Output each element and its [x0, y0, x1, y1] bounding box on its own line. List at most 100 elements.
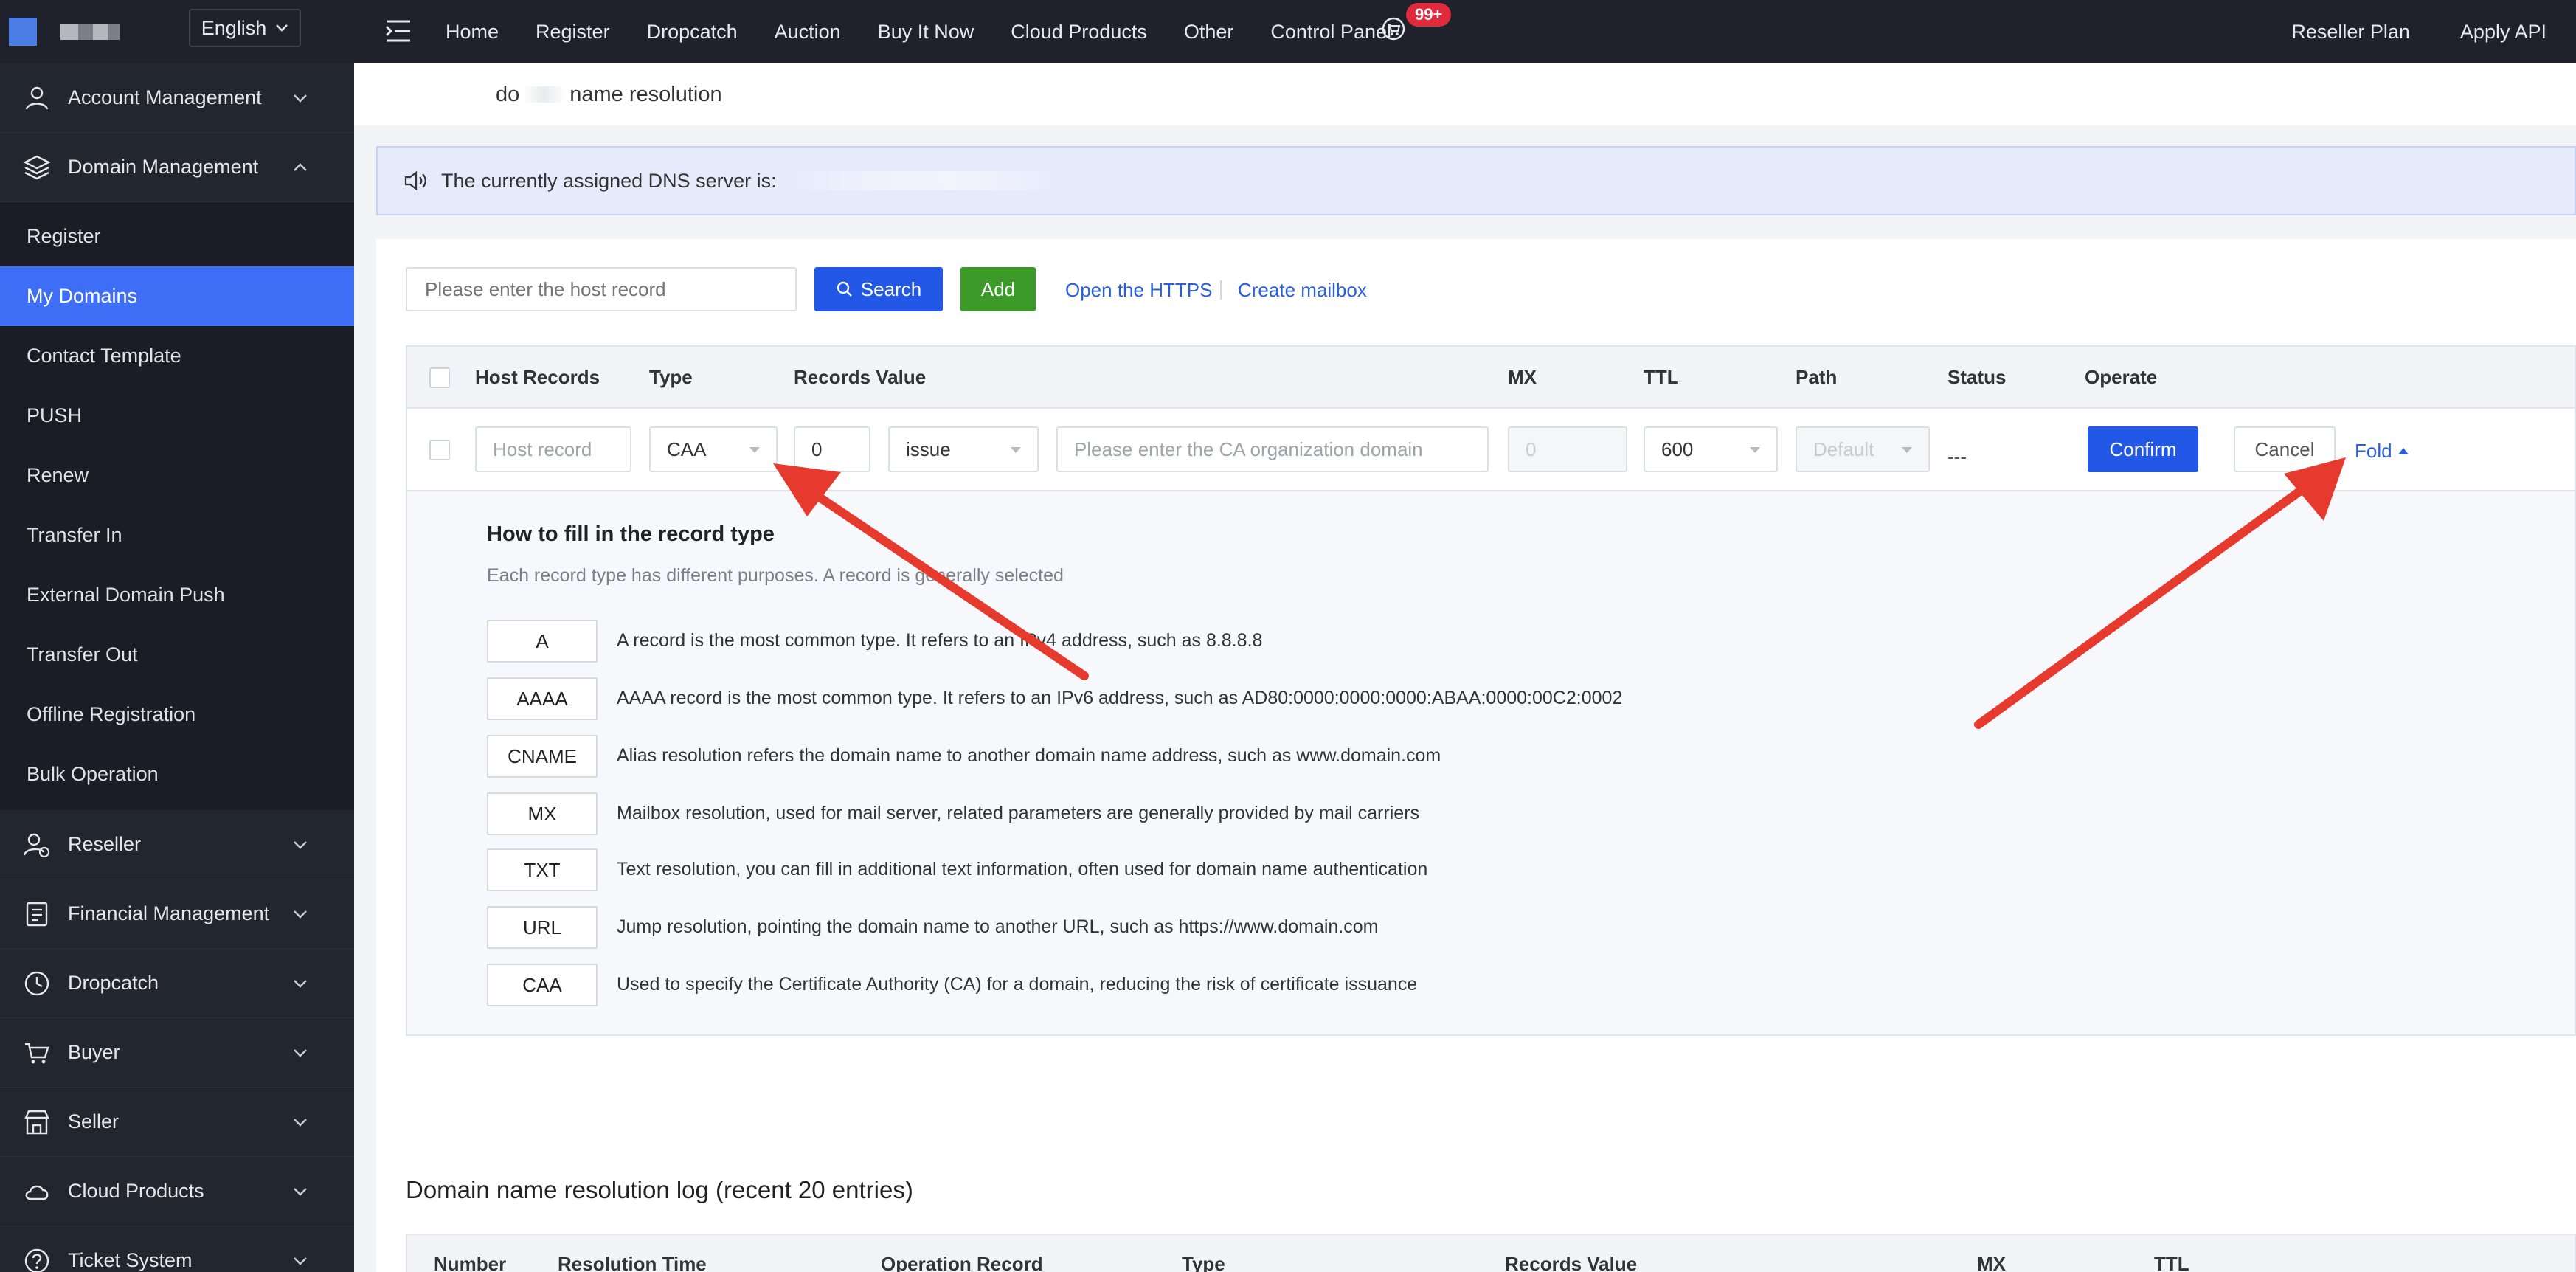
cancel-button[interactable]: Cancel: [2234, 426, 2336, 472]
chevron-down-icon: [294, 841, 307, 849]
chevron-up-icon: [294, 163, 307, 171]
sidebar-item-offline-registration[interactable]: Offline Registration: [0, 685, 354, 744]
help-row-mx: MX Mailbox resolution, used for mail ser…: [487, 792, 2257, 837]
link-divider: [1220, 280, 1222, 300]
host-record-input[interactable]: Host record: [475, 426, 631, 472]
log-header-number: Number: [434, 1253, 507, 1272]
create-mailbox-link[interactable]: Create mailbox: [1238, 279, 1367, 302]
open-https-link[interactable]: Open the HTTPS: [1065, 279, 1212, 302]
row-checkbox[interactable]: [429, 440, 450, 460]
header-mx: MX: [1508, 366, 1537, 388]
sidebar-item-transfer-out[interactable]: Transfer Out: [0, 625, 354, 685]
sidebar-item-external-domain-push[interactable]: External Domain Push: [0, 565, 354, 625]
logo[interactable]: [0, 0, 354, 63]
type-description: AAAA record is the most common type. It …: [617, 688, 1623, 708]
sidebar-group-domain[interactable]: Domain Management: [0, 133, 354, 202]
breadcrumb: do name resolution: [354, 63, 2576, 125]
help-subtitle: Each record type has different purposes.…: [487, 565, 1064, 586]
sidebar-group-reseller[interactable]: Reseller: [0, 810, 354, 879]
nav-buy-it-now[interactable]: Buy It Now: [878, 21, 974, 44]
sidebar-group-label: Buyer: [68, 1041, 120, 1063]
log-header-ttl: TTL: [2154, 1253, 2189, 1272]
sidebar-group-label: Account Management: [68, 86, 262, 108]
dns-server-blurred: [782, 171, 1063, 190]
sidebar-group-cloud-products[interactable]: Cloud Products: [0, 1157, 354, 1226]
chevron-down-icon: [294, 1119, 307, 1127]
caa-tag-select[interactable]: issue: [888, 426, 1039, 472]
sidebar-item-push[interactable]: PUSH: [0, 386, 354, 446]
log-header-resolution-time: Resolution Time: [558, 1253, 707, 1272]
type-tag: TXT: [487, 848, 598, 891]
nav-reseller-plan[interactable]: Reseller Plan: [2291, 21, 2410, 44]
nav-auction[interactable]: Auction: [775, 21, 841, 44]
sidebar-item-contact-template[interactable]: Contact Template: [0, 326, 354, 386]
host-record-search-input[interactable]: [406, 267, 797, 311]
main-content: do name resolution The currently assigne…: [354, 63, 2576, 1272]
help-row-caa: CAA Used to specify the Certificate Auth…: [487, 964, 2257, 1008]
type-description: Mailbox resolution, used for mail server…: [617, 803, 1419, 823]
select-all-checkbox[interactable]: [429, 367, 450, 388]
type-description: Jump resolution, pointing the domain nam…: [617, 916, 1379, 937]
cart-icon[interactable]: [1381, 16, 1406, 41]
sidebar-item-renew[interactable]: Renew: [0, 446, 354, 505]
sidebar-group-dropcatch[interactable]: Dropcatch: [0, 949, 354, 1018]
ca-organization-domain-input[interactable]: Please enter the CA organization domain: [1056, 426, 1489, 472]
cloud-icon: [25, 1185, 49, 1200]
record-type-select[interactable]: CAA: [649, 426, 778, 472]
sidebar: Account Management Domain Management Reg…: [0, 63, 354, 1272]
language-select[interactable]: English: [189, 9, 301, 47]
search-button-label: Search: [860, 277, 922, 300]
dns-notice-banner: The currently assigned DNS server is:: [376, 146, 2576, 215]
sidebar-item-register[interactable]: Register: [0, 207, 354, 266]
type-tag: AAAA: [487, 677, 598, 720]
chevron-down-icon: [294, 1188, 307, 1196]
help-row-a: A A record is the most common type. It r…: [487, 620, 2257, 664]
caret-down-icon: [749, 447, 760, 453]
sidebar-group-ticket-system[interactable]: Ticket System: [0, 1226, 354, 1272]
sidebar-group-account[interactable]: Account Management: [0, 63, 354, 133]
nav-cloud-products[interactable]: Cloud Products: [1011, 21, 1147, 44]
header-host-records: Host Records: [475, 366, 600, 388]
search-icon: [837, 281, 852, 297]
sidebar-group-financial[interactable]: Financial Management: [0, 879, 354, 949]
type-tag: CNAME: [487, 735, 598, 778]
chevron-down-icon: [294, 94, 307, 103]
ttl-select[interactable]: 600: [1644, 426, 1778, 472]
nav-other[interactable]: Other: [1184, 21, 1234, 44]
menu-fold-icon[interactable]: [384, 18, 413, 44]
cart-count-badge: 99+: [1406, 3, 1452, 27]
fold-label: Fold: [2355, 440, 2392, 462]
sidebar-item-transfer-in[interactable]: Transfer In: [0, 505, 354, 565]
record-type-help: How to fill in the record type Each reco…: [407, 491, 2575, 1037]
reseller-icon: [23, 833, 50, 857]
caa-tag-value: issue: [906, 438, 951, 460]
search-button[interactable]: Search: [814, 267, 943, 311]
nav-apply-api[interactable]: Apply API: [2460, 21, 2546, 44]
sidebar-item-my-domains[interactable]: My Domains: [0, 266, 354, 326]
caret-down-icon: [1902, 447, 1912, 453]
record-edit-row: Host record CAA 0 issue Please enter the…: [407, 409, 2575, 491]
sidebar-group-seller[interactable]: Seller: [0, 1088, 354, 1157]
confirm-button[interactable]: Confirm: [2088, 426, 2198, 472]
fold-toggle[interactable]: Fold: [2355, 440, 2409, 463]
path-select: Default: [1796, 426, 1930, 472]
help-row-txt: TXT Text resolution, you can fill in add…: [487, 848, 2257, 893]
sidebar-group-label: Reseller: [68, 833, 142, 855]
caa-flag-input[interactable]: 0: [794, 426, 870, 472]
user-icon: [25, 86, 49, 110]
sidebar-item-bulk-operation[interactable]: Bulk Operation: [0, 744, 354, 804]
help-circle-icon: [24, 1248, 49, 1272]
sidebar-group-buyer[interactable]: Buyer: [0, 1018, 354, 1088]
header-path: Path: [1796, 366, 1838, 388]
add-record-button[interactable]: Add: [960, 267, 1036, 311]
nav-register[interactable]: Register: [536, 21, 610, 44]
resolution-log-header: Number Resolution Time Operation Record …: [406, 1234, 2576, 1272]
path-value: Default: [1813, 438, 1874, 460]
table-header: Host Records Type Records Value MX TTL P…: [407, 347, 2575, 409]
nav-home[interactable]: Home: [446, 21, 499, 44]
chevron-down-icon: [276, 24, 288, 32]
nav-control-panel[interactable]: Control Panel: [1270, 21, 1391, 44]
chevron-down-icon: [294, 980, 307, 988]
header-ttl: TTL: [1644, 366, 1679, 388]
nav-dropcatch[interactable]: Dropcatch: [647, 21, 738, 44]
